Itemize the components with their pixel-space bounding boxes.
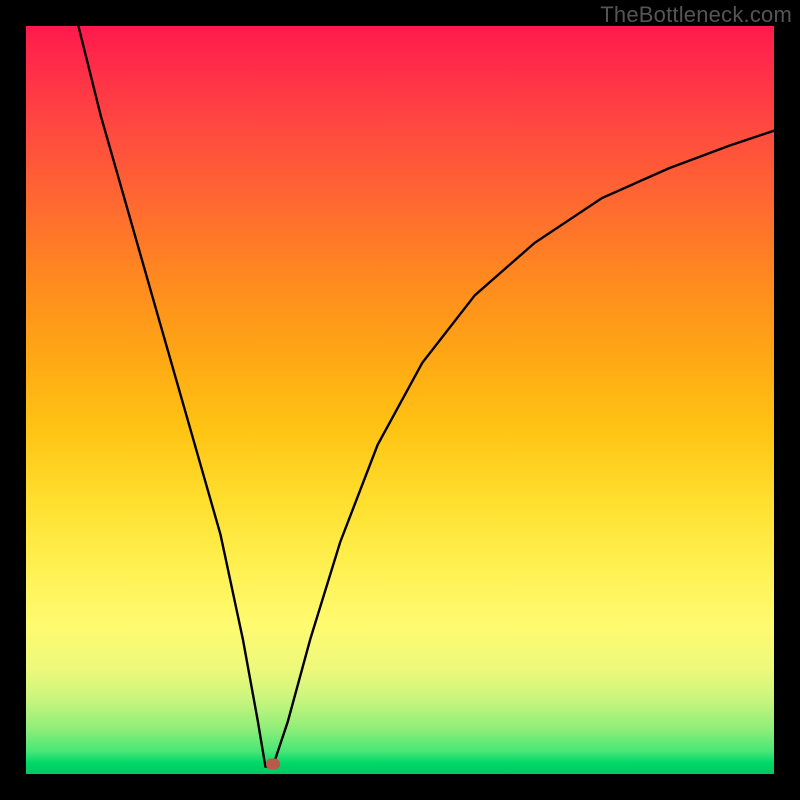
plot-gradient-background xyxy=(26,26,774,774)
optimum-marker xyxy=(266,759,280,770)
watermark-text: TheBottleneck.com xyxy=(600,2,792,28)
chart-frame: TheBottleneck.com xyxy=(0,0,800,800)
plot-outer xyxy=(26,26,774,774)
